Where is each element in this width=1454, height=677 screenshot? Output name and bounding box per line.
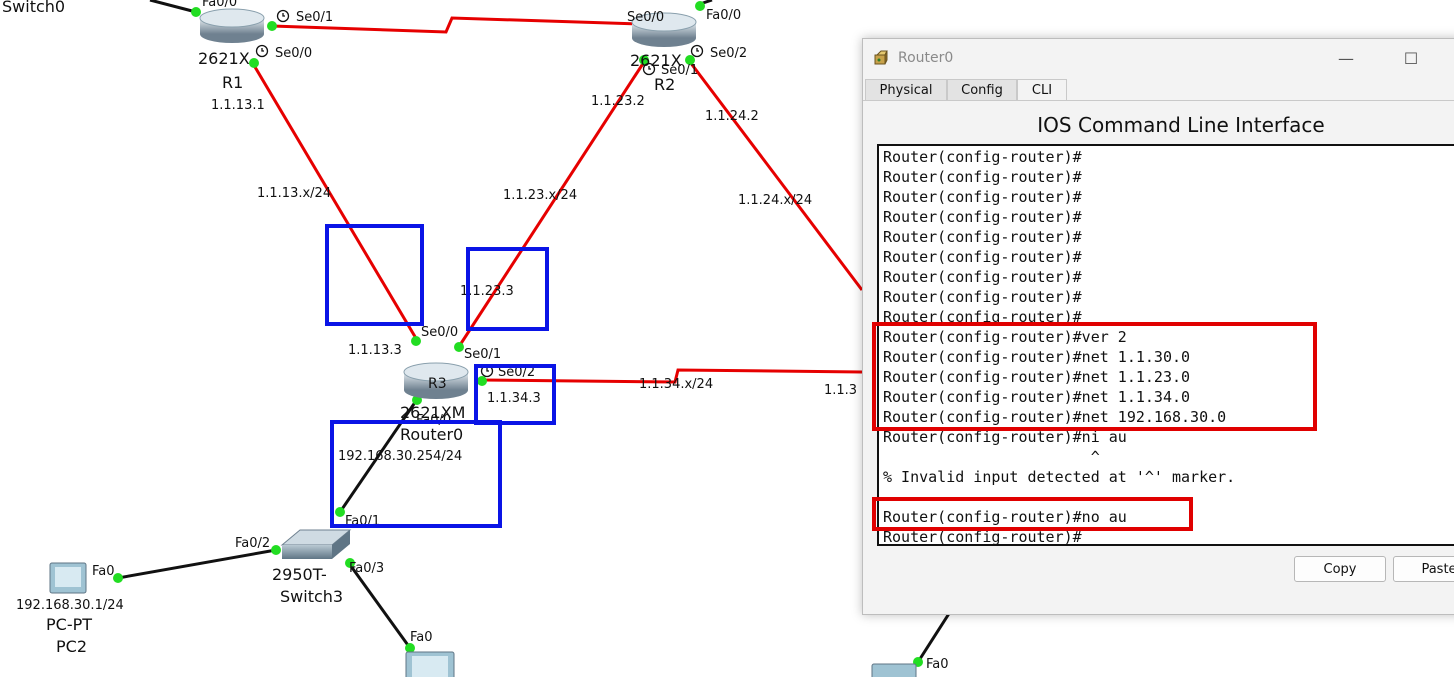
ip-label: 1.1.34.3	[487, 391, 541, 406]
pc-right-icon[interactable]	[871, 663, 917, 677]
switch0-name: Switch0	[2, 0, 65, 16]
port-dot	[267, 21, 277, 31]
minimize-icon: —	[1338, 49, 1354, 68]
ip-label: 1.1.24.x/24	[738, 193, 812, 208]
switch3-model: 2950T-	[272, 565, 327, 584]
cli-line: Router(config-router)#	[883, 268, 1082, 286]
r1-name: R1	[222, 73, 243, 92]
tab-physical[interactable]: Physical	[865, 79, 947, 101]
port-dot	[249, 58, 259, 68]
tab-divider	[863, 100, 1454, 101]
port-dot	[191, 7, 201, 17]
cli-line: Router(config-router)#	[883, 208, 1082, 226]
link-r1-r3-serial[interactable]	[250, 61, 419, 341]
port-label: Fa0/0	[202, 0, 237, 10]
port-label: Fa0/2	[235, 536, 270, 551]
switch3-icon[interactable]	[280, 529, 352, 559]
ip-label: 192.168.30.254/24	[338, 449, 462, 464]
port-dot	[454, 342, 464, 352]
cli-line: Router(config-router)#	[883, 248, 1082, 266]
highlight-box-no-auto	[872, 497, 1193, 531]
link-switch3-pc2[interactable]	[117, 548, 277, 580]
ip-label: 1.1.13.1	[211, 98, 265, 113]
highlight-box	[325, 224, 424, 326]
cli-line: Router(config-router)#	[883, 148, 1082, 166]
port-dot	[477, 376, 487, 386]
ip-label: 1.1.34.x/24	[639, 377, 713, 392]
cli-line: % Invalid input detected at '^' marker.	[883, 468, 1236, 486]
cli-heading: IOS Command Line Interface	[1037, 113, 1325, 137]
port-label: Se0/1	[296, 10, 333, 25]
ip-label: 1.1.23.2	[591, 94, 645, 109]
router-app-icon	[874, 50, 888, 65]
port-label: Se0/0	[275, 46, 312, 61]
port-label: Se0/0	[627, 10, 664, 25]
link-right-pc[interactable]	[916, 611, 952, 663]
ip-label: 1.1.23.x/24	[503, 188, 577, 203]
window-titlebar[interactable]: Router0 — ☐	[863, 39, 1454, 77]
link-r2-r4-serial[interactable]	[688, 61, 864, 291]
router-badge: R3	[428, 376, 447, 392]
ip-label: 1.1.3	[824, 383, 857, 398]
port-label: Fa0	[92, 564, 115, 579]
tab-cli[interactable]: CLI	[1017, 79, 1067, 101]
cli-line: Router(config-router)#	[883, 188, 1082, 206]
cli-line: Router(config-router)#	[883, 168, 1082, 186]
r1-model: 2621X	[198, 49, 250, 68]
cli-line: Router(config-router)#	[883, 288, 1082, 306]
cli-line: ^	[883, 448, 1100, 466]
pc2-name: PC2	[56, 637, 87, 656]
minimize-button[interactable]: —	[1323, 45, 1369, 73]
port-dot	[271, 545, 281, 555]
port-dot	[695, 1, 705, 11]
port-dot	[411, 336, 421, 346]
ip-label: 1.1.13.x/24	[257, 186, 331, 201]
port-dot	[335, 507, 345, 517]
window-title: Router0	[898, 50, 954, 66]
port-label: Se0/0	[421, 325, 458, 340]
router-r1[interactable]	[199, 8, 265, 43]
maximize-button[interactable]: ☐	[1388, 45, 1434, 73]
tab-config[interactable]: Config	[947, 79, 1017, 101]
port-label: Fa0	[926, 657, 949, 672]
link-switch0-r1[interactable]	[149, 0, 197, 14]
ip-label: 1.1.13.3	[348, 343, 402, 358]
pc-bottom-icon[interactable]	[405, 651, 455, 677]
port-label: Fa0/0	[706, 8, 741, 23]
highlight-box-commands	[872, 322, 1317, 431]
ip-label: 1.1.24.2	[705, 109, 759, 124]
switch3-name: Switch3	[280, 587, 343, 606]
port-label: Se0/2	[710, 46, 747, 61]
router-r3[interactable]: R3	[403, 362, 469, 399]
ip-label: 192.168.30.1/24	[16, 598, 124, 613]
pc2-model: PC-PT	[46, 615, 92, 634]
cli-line: Router(config-router)#	[883, 228, 1082, 246]
port-label: Fa0	[410, 630, 433, 645]
paste-button[interactable]: Paste	[1393, 556, 1454, 582]
port-label: Se0/1	[464, 347, 501, 362]
pc2-icon[interactable]	[49, 562, 87, 594]
port-label: Se0/1	[661, 63, 698, 78]
port-label: Fa0/3	[349, 561, 384, 576]
copy-button[interactable]: Copy	[1294, 556, 1386, 582]
maximize-icon: ☐	[1403, 49, 1419, 68]
